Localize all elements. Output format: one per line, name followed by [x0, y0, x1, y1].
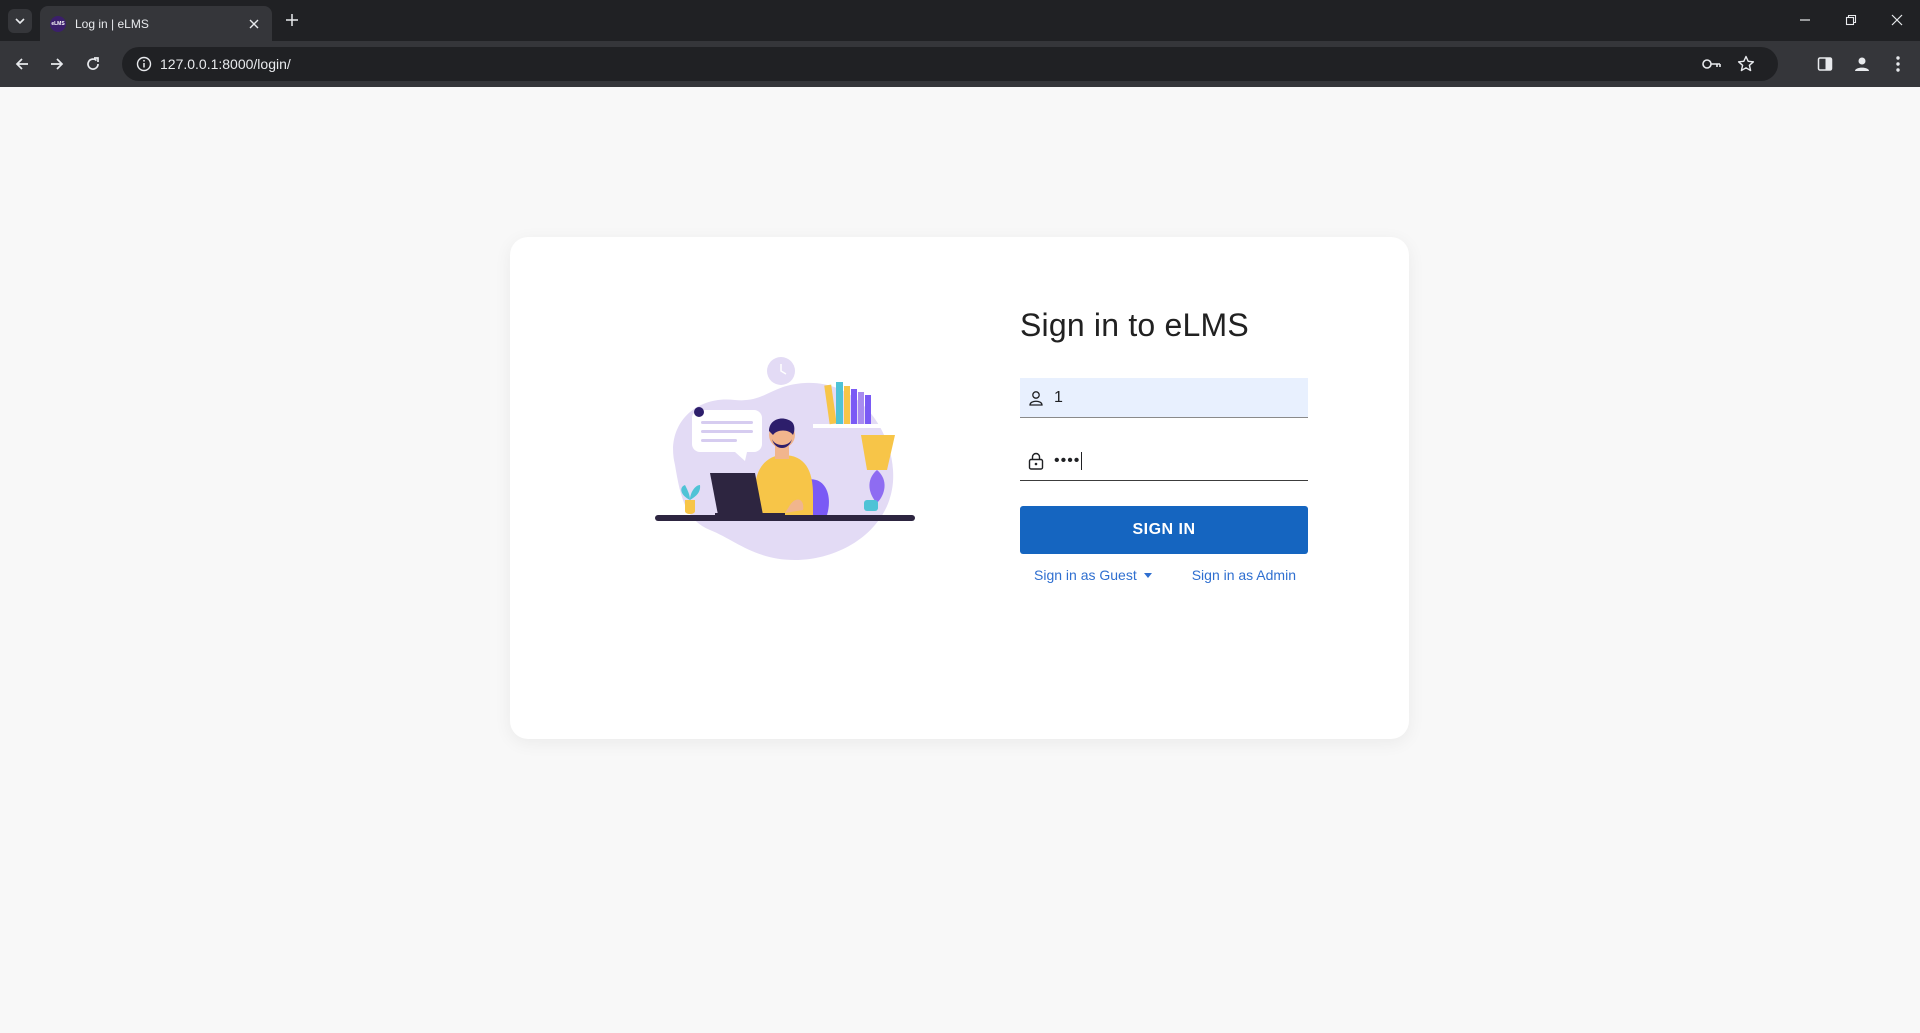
close-icon: [1891, 14, 1903, 26]
restore-button[interactable]: [1836, 8, 1866, 32]
minimize-icon: [1800, 19, 1810, 21]
password-key-button[interactable]: [1702, 54, 1722, 74]
username-field[interactable]: 1: [1020, 378, 1308, 418]
page-title: Sign in to eLMS: [1020, 307, 1249, 343]
reload-button[interactable]: [81, 52, 105, 76]
url-text: 127.0.0.1:8000/login/: [160, 56, 291, 72]
sign-in-button[interactable]: SIGN IN: [1020, 506, 1308, 554]
browser-tab-active[interactable]: eLMS Log in | eLMS: [40, 6, 272, 41]
tab-title: Log in | eLMS: [75, 16, 149, 31]
guest-link-label: Sign in as Guest: [1034, 567, 1137, 583]
reload-icon: [87, 57, 99, 70]
close-tab-button[interactable]: [246, 16, 262, 32]
close-icon: [249, 19, 259, 28]
sign-in-as-admin-link[interactable]: Sign in as Admin: [1192, 567, 1296, 583]
username-value: 1: [1054, 388, 1063, 406]
caret-down-icon: [1143, 572, 1152, 578]
bookmark-button[interactable]: [1736, 54, 1756, 74]
browser-tab-strip: eLMS Log in | eLMS: [0, 0, 1920, 41]
person-at-desk-illustration: [655, 357, 915, 560]
alt-signin-links: Sign in as Guest Sign in as Admin: [1020, 567, 1310, 583]
login-card: Sign in to eLMS 1 •••• SIGN IN Sign in a…: [510, 237, 1409, 739]
close-window-button[interactable]: [1882, 8, 1912, 32]
site-info-button[interactable]: [134, 54, 154, 74]
password-value: ••••: [1054, 451, 1081, 469]
arrow-right-icon: [51, 58, 64, 70]
login-form: Sign in to eLMS 1 •••• SIGN IN Sign in a…: [1020, 307, 1310, 583]
profile-button[interactable]: [1850, 52, 1874, 76]
new-tab-button[interactable]: [282, 10, 302, 30]
chevron-down-icon: [15, 18, 25, 25]
back-button[interactable]: [10, 52, 34, 76]
sign-in-as-guest-dropdown[interactable]: Sign in as Guest: [1034, 567, 1152, 583]
elms-favicon-icon: eLMS: [50, 15, 66, 32]
browser-toolbar: 127.0.0.1:8000/login/: [0, 41, 1920, 87]
address-bar[interactable]: 127.0.0.1:8000/login/: [122, 47, 1778, 81]
lock-icon: [1026, 451, 1046, 471]
password-field[interactable]: ••••: [1020, 441, 1308, 481]
text-cursor: [1081, 451, 1083, 470]
tab-search-button[interactable]: [8, 9, 32, 33]
arrow-left-icon: [15, 58, 28, 70]
restore-icon: [1845, 14, 1857, 26]
star-icon: [1737, 55, 1755, 72]
minimize-button[interactable]: [1790, 8, 1820, 32]
user-icon: [1026, 388, 1046, 408]
side-panel-button[interactable]: [1813, 52, 1837, 76]
kebab-menu-icon: [1896, 56, 1900, 72]
side-panel-icon: [1817, 57, 1833, 71]
key-icon: [1702, 59, 1721, 69]
forward-button[interactable]: [45, 52, 69, 76]
plus-icon: [286, 14, 298, 26]
person-icon: [1855, 57, 1869, 71]
menu-button[interactable]: [1886, 52, 1910, 76]
info-icon: [136, 56, 152, 72]
